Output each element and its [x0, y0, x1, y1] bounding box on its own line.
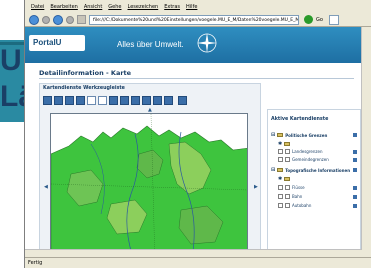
slide-text-fragment: U: [0, 44, 22, 77]
layer-info-icon[interactable]: [353, 150, 357, 154]
toolbar-title: Kartendienste Werkzeugleiste: [43, 86, 125, 91]
menu-item-gehe[interactable]: Gehe: [108, 4, 121, 10]
layer-label: Autobahn: [292, 203, 312, 208]
layer-label: Landesgrenzen: [292, 149, 323, 154]
menu-item-hilfe[interactable]: Hilfe: [186, 4, 197, 10]
layer-label: Flüsse: [292, 185, 305, 190]
visibility-icon: ✱: [278, 141, 283, 147]
site-header: PortalU Alles über Umwelt.: [25, 27, 362, 63]
group-label: Topografische Informationen: [285, 167, 351, 173]
page-content: PortalU Alles über Umwelt. Detailinforma…: [25, 27, 362, 257]
layer-visible-checkbox[interactable]: [278, 149, 283, 154]
address-input[interactable]: file:///C:/Dokumente%20und%20Einstellung…: [89, 14, 299, 25]
layers-icon[interactable]: [153, 96, 162, 105]
menu-bar: Datei Bearbeiten Ansicht Gehe Lesezeiche…: [25, 0, 371, 13]
folder-icon: [284, 177, 291, 181]
forward-icon[interactable]: [42, 15, 50, 24]
layer-info-icon[interactable]: [353, 204, 357, 208]
site-tagline: Alles über Umwelt.: [117, 40, 184, 49]
portalu-logo[interactable]: PortalU: [29, 35, 85, 51]
stop-icon[interactable]: [66, 15, 74, 24]
layer-item[interactable]: Landesgrenzen: [278, 149, 323, 154]
folder-icon: [284, 142, 291, 146]
back-icon[interactable]: [29, 14, 39, 25]
reload-icon[interactable]: [53, 14, 63, 25]
title-divider: [39, 78, 354, 79]
active-services-panel: Aktive Kartendienste ⊟ Politische Grenze…: [267, 109, 361, 257]
zoom-back-icon[interactable]: [54, 96, 63, 105]
menu-item-ansicht[interactable]: Ansicht: [84, 4, 102, 10]
zoom-out-icon[interactable]: [109, 96, 118, 105]
print-icon[interactable]: [142, 96, 151, 105]
page-title: Detailinformation - Karte: [39, 69, 132, 77]
search-map-icon[interactable]: [164, 96, 173, 105]
layer-visible-checkbox[interactable]: [278, 157, 283, 162]
nav-toolbar: file:///C:/Dokumente%20und%20Einstellung…: [25, 13, 371, 27]
menu-item-lesezeichen[interactable]: Lesezeichen: [128, 4, 159, 10]
zoom-forward-icon[interactable]: [65, 96, 74, 105]
active-services-title: Aktive Kartendienste: [271, 117, 329, 122]
help-icon[interactable]: [178, 96, 187, 105]
info-icon[interactable]: [120, 96, 129, 105]
compass-icon: [197, 33, 217, 53]
zoom-region-icon[interactable]: [76, 96, 85, 105]
go-label[interactable]: Go: [316, 17, 323, 23]
menu-item-bearbeiten[interactable]: Bearbeiten: [50, 4, 77, 10]
go-icon[interactable]: [304, 15, 313, 24]
layer-query-checkbox[interactable]: [285, 185, 290, 190]
folder-icon: [277, 168, 284, 172]
layer-query-checkbox[interactable]: [285, 157, 290, 162]
group-politische-grenzen[interactable]: ⊟ Politische Grenzen: [271, 132, 327, 138]
pan-icon[interactable]: [87, 96, 96, 105]
layer-visible-checkbox[interactable]: [278, 194, 283, 199]
layer-info-icon[interactable]: [353, 158, 357, 162]
layer-item[interactable]: Autobahn: [278, 203, 311, 208]
visibility-row: ✱: [278, 176, 291, 182]
measure-icon[interactable]: [131, 96, 140, 105]
layer-label: Gemeindegrenzen: [292, 157, 329, 162]
layer-query-checkbox[interactable]: [285, 203, 290, 208]
map-panel: Kartendienste Werkzeugleiste ▲ ◀ ▶: [39, 83, 261, 257]
layer-info-icon[interactable]: [353, 186, 357, 190]
horizontal-scrollbar[interactable]: [25, 249, 362, 257]
layer-visible-checkbox[interactable]: [278, 203, 283, 208]
layer-info-icon[interactable]: [353, 195, 357, 199]
visibility-row: ✱: [278, 141, 291, 147]
layer-query-checkbox[interactable]: [285, 149, 290, 154]
status-bar: Fertig: [25, 257, 371, 268]
vertical-scrollbar[interactable]: [361, 27, 371, 257]
visibility-icon: ✱: [278, 176, 283, 182]
layer-item[interactable]: Flüsse: [278, 185, 305, 190]
layer-visible-checkbox[interactable]: [278, 185, 283, 190]
menu-item-datei[interactable]: Datei: [31, 4, 44, 10]
menu-item-extras[interactable]: Extras: [164, 4, 180, 10]
layer-label: Bahn: [292, 194, 303, 199]
group-info-icon[interactable]: [353, 133, 357, 137]
pan-north-icon[interactable]: ▲: [148, 107, 152, 113]
layer-item[interactable]: Bahn: [278, 194, 302, 199]
logo-text: PortalU: [33, 38, 62, 47]
home-icon[interactable]: [77, 15, 86, 24]
map-view[interactable]: [50, 113, 248, 257]
layer-query-checkbox[interactable]: [285, 194, 290, 199]
layer-item[interactable]: Gemeindegrenzen: [278, 157, 329, 162]
group-label: Politische Grenzen: [285, 132, 328, 138]
map-graphic: [51, 114, 247, 257]
group-topografische-informationen[interactable]: ⊟ Topografische Informationen: [271, 167, 350, 173]
pan-west-icon[interactable]: ◀: [44, 184, 48, 190]
zoom-in-icon[interactable]: [98, 96, 107, 105]
browser-window: Datei Bearbeiten Ansicht Gehe Lesezeiche…: [24, 0, 371, 268]
collapse-icon[interactable]: ⊟: [271, 167, 275, 173]
collapse-icon[interactable]: ⊟: [271, 132, 275, 138]
folder-icon: [277, 133, 284, 137]
group-info-icon[interactable]: [353, 168, 357, 172]
pan-east-icon[interactable]: ▶: [254, 184, 258, 190]
search-input[interactable]: [328, 14, 339, 25]
zoom-full-icon[interactable]: [43, 96, 52, 105]
map-tools: [43, 96, 187, 105]
